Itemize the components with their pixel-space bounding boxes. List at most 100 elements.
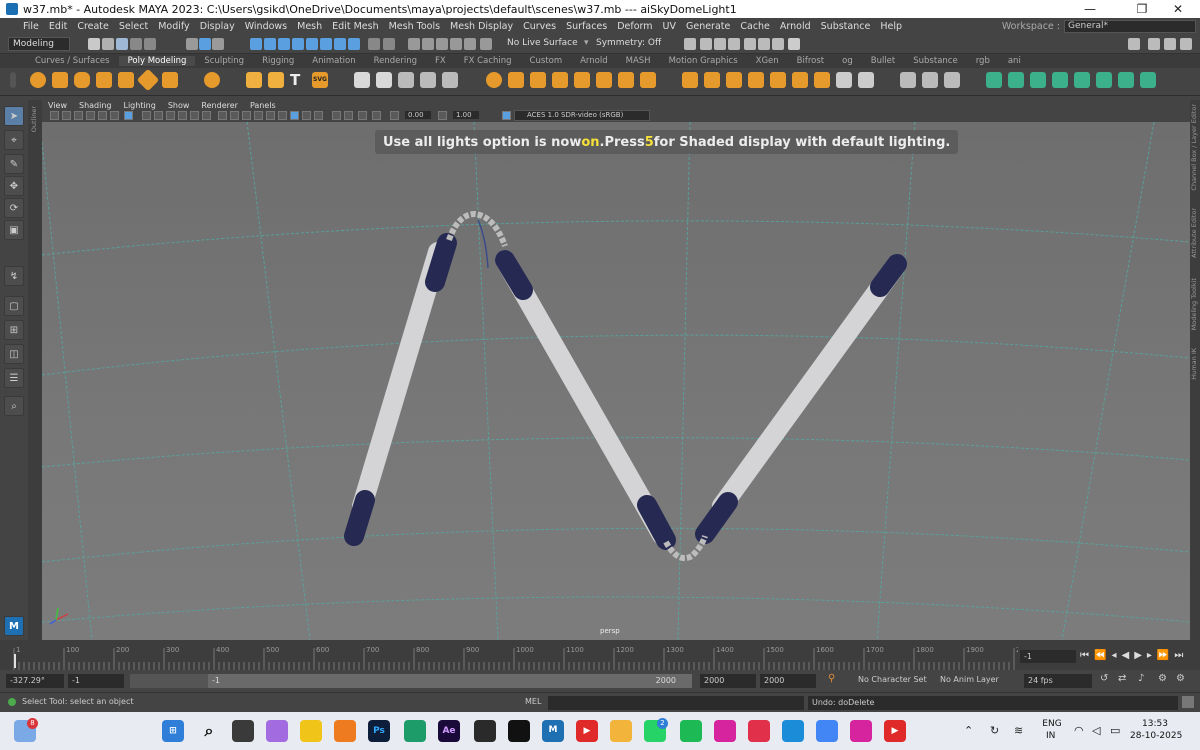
anim-layer-dropdown[interactable]: No Anim Layer <box>940 675 999 684</box>
last-tool-icon[interactable]: ↯ <box>4 266 24 286</box>
command-input[interactable] <box>548 696 804 710</box>
clock-date[interactable]: 28-10-2025 <box>1130 731 1182 741</box>
quad-draw-icon[interactable] <box>682 72 698 88</box>
tray-overflow-icon[interactable]: ⌃ <box>964 724 973 737</box>
viewport-persp[interactable]: Use all lights option is now on .Press 5… <box>42 122 1190 640</box>
capcut-icon[interactable] <box>474 720 496 742</box>
symmetry-dropdown-arrow[interactable]: ▾ <box>584 38 589 48</box>
poly-sphere-icon[interactable] <box>30 72 46 88</box>
human-ik-tab[interactable]: Human IK <box>1190 348 1200 380</box>
poly-plane-icon[interactable] <box>136 68 160 92</box>
end-time-field[interactable]: 2000 <box>700 674 756 688</box>
mel-label[interactable]: MEL <box>525 697 541 706</box>
four-view-icon[interactable]: ⊞ <box>4 320 24 340</box>
menu-select[interactable]: Select <box>114 21 153 32</box>
app-red-icon[interactable] <box>748 720 770 742</box>
multi-cut-icon[interactable] <box>596 72 612 88</box>
menu-substance[interactable]: Substance <box>816 21 876 32</box>
settings-icon[interactable]: ⚙ <box>1176 673 1185 684</box>
shelf-tab-sculpting[interactable]: Sculpting <box>195 56 253 66</box>
channel-box-tab[interactable]: Channel Box / Layer Editor <box>1190 104 1200 191</box>
shelf-tab-substance[interactable]: Substance <box>904 56 966 66</box>
menu-help[interactable]: Help <box>875 21 907 32</box>
lock-selection-icon[interactable] <box>368 38 380 50</box>
current-frame-field[interactable]: -1 <box>1020 650 1076 663</box>
exposure-field[interactable]: 0.00 <box>405 111 431 119</box>
circularize-icon[interactable] <box>814 72 830 88</box>
wedge-icon[interactable] <box>792 72 808 88</box>
camera-attr-icon[interactable] <box>62 111 71 120</box>
motion-blur-icon[interactable] <box>314 111 323 120</box>
render-settings-icon[interactable] <box>728 38 740 50</box>
poly-cone-icon[interactable] <box>96 72 112 88</box>
textured-icon[interactable] <box>266 111 275 120</box>
sweep-mesh-icon[interactable] <box>268 72 284 88</box>
sidebar-toggle-icon[interactable] <box>1128 38 1140 50</box>
redo-icon[interactable] <box>144 38 156 50</box>
wifi-icon[interactable]: ◠ <box>1074 724 1084 737</box>
snap-point-icon[interactable] <box>436 38 448 50</box>
minimize-button[interactable]: — <box>1068 0 1112 18</box>
go-to-start-icon[interactable]: ⏮ <box>1080 650 1089 661</box>
play-backward-icon[interactable]: ◀ <box>1121 650 1129 661</box>
planar-map-icon[interactable] <box>922 72 938 88</box>
go-to-end-icon[interactable]: ⏭ <box>1174 650 1183 661</box>
shelf-tab-custom[interactable]: Custom <box>521 56 572 66</box>
auto-key-icon[interactable]: ⚲ <box>828 673 835 684</box>
new-scene-icon[interactable] <box>88 38 100 50</box>
ipr-render-icon[interactable] <box>714 38 726 50</box>
range-slider-handle[interactable]: -1 2000 <box>208 674 692 688</box>
chrome-icon[interactable] <box>816 720 838 742</box>
blender-icon[interactable] <box>334 720 356 742</box>
extrude-icon[interactable] <box>486 72 502 88</box>
poly-cube-icon[interactable] <box>52 72 68 88</box>
bevel-icon[interactable] <box>530 72 546 88</box>
shelf-tab-mash[interactable]: MASH <box>617 56 660 66</box>
poke-icon[interactable] <box>770 72 786 88</box>
maya-home-icon[interactable]: M <box>4 616 24 636</box>
start-time-field[interactable]: -1 <box>68 674 124 688</box>
step-forward-frame-icon[interactable]: ▸ <box>1147 650 1152 661</box>
modeling-toolkit-tab[interactable]: Modeling Toolkit <box>1190 278 1200 330</box>
attribute-editor-tab[interactable]: Attribute Editor <box>1190 208 1200 258</box>
after-effects-icon[interactable]: Ae <box>438 720 460 742</box>
shelf-tab-arnold[interactable]: Arnold <box>571 56 617 66</box>
current-time-marker[interactable] <box>14 654 16 668</box>
character-set-dropdown[interactable]: No Character Set <box>858 675 927 684</box>
field-chart-icon[interactable] <box>178 111 187 120</box>
shelf-tab-rendering[interactable]: Rendering <box>365 56 426 66</box>
safe-title-icon[interactable] <box>202 111 211 120</box>
snap-projected-icon[interactable] <box>450 38 462 50</box>
file-explorer-icon[interactable] <box>610 720 632 742</box>
mirror-icon[interactable] <box>398 72 414 88</box>
menu-mesh[interactable]: Mesh <box>292 21 327 32</box>
gamma-field[interactable]: 1.00 <box>453 111 479 119</box>
xray-joints-icon[interactable] <box>358 111 367 120</box>
uv-editor-icon[interactable] <box>900 72 916 88</box>
poly-torus-icon[interactable] <box>118 72 134 88</box>
step-back-frame-icon[interactable]: ◂ <box>1111 650 1116 661</box>
live-surface-label[interactable]: No Live Surface <box>507 38 578 48</box>
panel-menu-lighting[interactable]: Lighting <box>117 101 161 110</box>
super-shape-icon[interactable] <box>246 72 262 88</box>
menu-edit-mesh[interactable]: Edit Mesh <box>327 21 383 32</box>
view-transform-dropdown[interactable]: ACES 1.0 SDR-video (sRGB) <box>514 110 650 121</box>
safe-action-icon[interactable] <box>190 111 199 120</box>
save-scene-icon[interactable] <box>116 38 128 50</box>
svg-tool-icon[interactable]: SVG <box>312 72 328 88</box>
range-slider[interactable]: -1 2000 <box>130 674 692 688</box>
make-live-icon[interactable] <box>480 38 492 50</box>
gamma-icon[interactable] <box>438 111 447 120</box>
slide-edge-icon[interactable] <box>748 72 764 88</box>
sound-icon[interactable]: ♪ <box>1138 673 1144 684</box>
shelf-tab-animation[interactable]: Animation <box>303 56 364 66</box>
rotate-tool-icon[interactable]: ⟳ <box>4 198 24 218</box>
shelf-tab-xgen[interactable]: XGen <box>747 56 788 66</box>
use-all-lights-icon[interactable] <box>278 111 287 120</box>
gate-mask-icon[interactable] <box>166 111 175 120</box>
menu-cache[interactable]: Cache <box>735 21 775 32</box>
fps-dropdown[interactable]: 24 fps <box>1024 674 1092 688</box>
shelf-tab-rgb[interactable]: rgb <box>967 56 999 66</box>
smooth-shade-icon[interactable] <box>230 111 239 120</box>
panel-menu-view[interactable]: View <box>42 101 73 110</box>
